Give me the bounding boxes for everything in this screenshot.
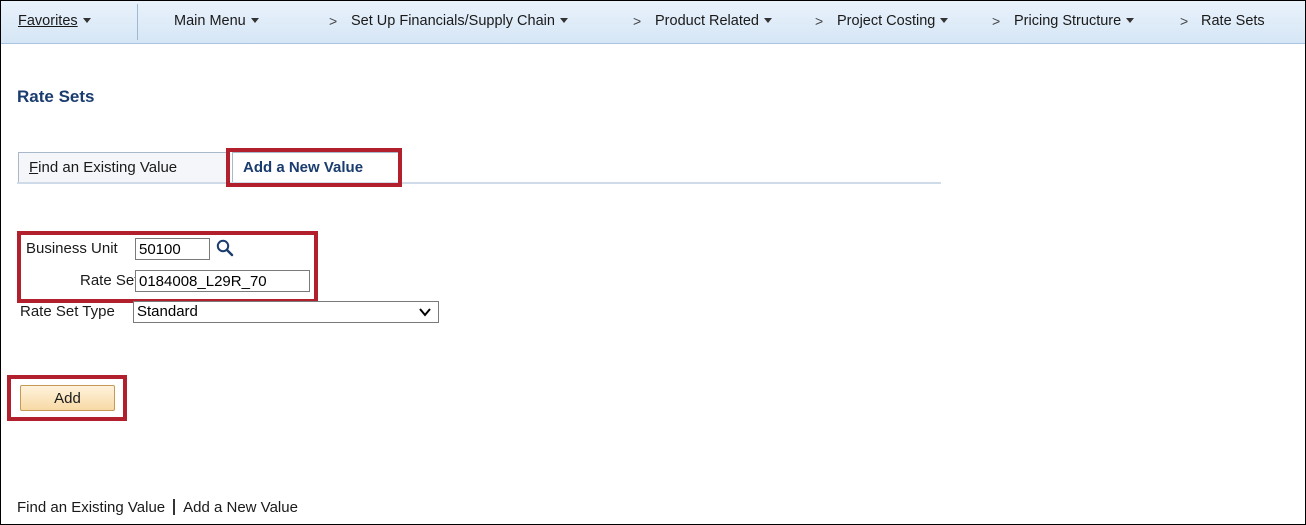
breadcrumb-separator: > (633, 13, 642, 29)
link-divider (173, 499, 176, 515)
tab-label: ind an Existing Value (38, 159, 178, 176)
highlight-box-add (7, 375, 127, 421)
breadcrumb-label: Rate Sets (1201, 13, 1265, 29)
rate-set-type-value: Standard (137, 303, 198, 320)
favorites-menu[interactable]: Favorites (18, 13, 91, 29)
highlight-box-fields (17, 231, 318, 303)
highlight-box-tab (226, 148, 402, 187)
page-title: Rate Sets (17, 87, 95, 106)
nav-divider (137, 4, 138, 40)
breadcrumb-separator: > (815, 13, 824, 29)
breadcrumb-rate-sets[interactable]: Rate Sets (1201, 13, 1265, 29)
breadcrumb-label: Product Related (655, 13, 759, 29)
rate-set-type-label: Rate Set Type (20, 303, 115, 320)
caret-down-icon (940, 18, 949, 23)
breadcrumb-separator: > (992, 13, 1001, 29)
caret-down-icon (559, 18, 568, 23)
breadcrumb-setup-financials[interactable]: Set Up Financials/Supply Chain (351, 13, 568, 29)
breadcrumb-separator: > (1180, 13, 1189, 29)
tab-accesskey: F (29, 159, 39, 176)
breadcrumb-label: Pricing Structure (1014, 13, 1122, 29)
main-menu-label: Main Menu (174, 13, 246, 29)
breadcrumb-label: Project Costing (837, 13, 936, 29)
favorites-label: Favorites (18, 13, 78, 29)
breadcrumb-pricing-structure[interactable]: Pricing Structure (1014, 13, 1135, 29)
caret-down-icon (1126, 18, 1135, 23)
chevron-down-icon (419, 308, 431, 317)
main-menu[interactable]: Main Menu (174, 13, 259, 29)
tab-find-existing-value[interactable]: Find an Existing Value (18, 152, 227, 183)
navigation-bar: Favorites Main Menu > Set Up Financials/… (1, 1, 1305, 44)
caret-down-icon (250, 18, 259, 23)
add-new-value-link[interactable]: Add a New Value (183, 499, 298, 516)
rate-set-type-select[interactable]: Standard (133, 301, 439, 323)
breadcrumb-separator: > (329, 13, 338, 29)
caret-down-icon (82, 18, 91, 23)
tab-underline (17, 182, 941, 184)
breadcrumb-product-related[interactable]: Product Related (655, 13, 772, 29)
find-existing-value-link[interactable]: Find an Existing Value (17, 499, 165, 516)
bottom-links: Find an Existing Value Add a New Value (17, 499, 298, 516)
caret-down-icon (763, 18, 772, 23)
breadcrumb-project-costing[interactable]: Project Costing (837, 13, 949, 29)
breadcrumb-label: Set Up Financials/Supply Chain (351, 13, 555, 29)
